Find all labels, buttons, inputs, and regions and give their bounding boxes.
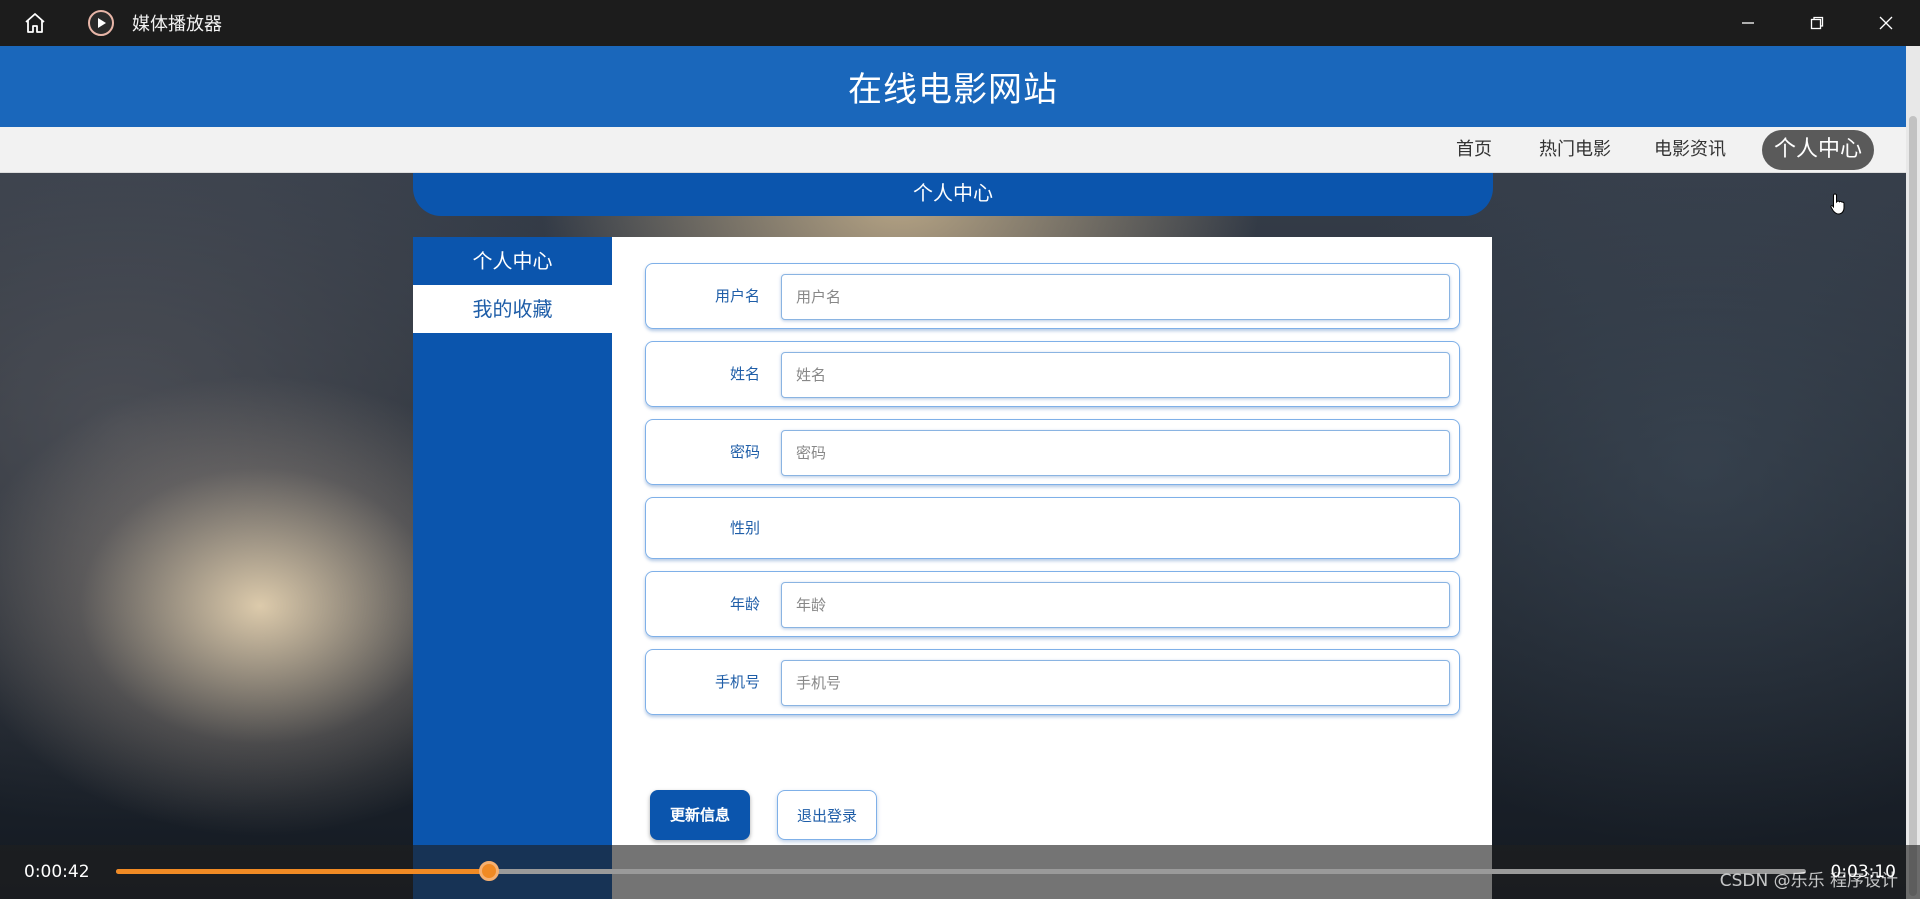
form-row-phone: 手机号 手机号 <box>645 649 1460 715</box>
current-time: 0:00:42 <box>24 862 90 882</box>
seek-bar[interactable] <box>116 861 1806 881</box>
username-label: 用户名 <box>714 287 760 305</box>
window-title: 媒体播放器 <box>132 14 222 35</box>
age-label: 年龄 <box>729 595 760 613</box>
site-header: 在线电影网站 <box>0 46 1906 127</box>
form-row-password: 密码 密码 <box>645 419 1460 485</box>
age-input[interactable]: 年龄 <box>781 582 1450 628</box>
scrollbar-thumb[interactable] <box>1909 116 1917 896</box>
profile-form: 用户名 用户名 姓名 姓名 密码 密码 性别 年龄 年龄 手机号 手机号 更新信… <box>612 237 1492 899</box>
seek-handle[interactable] <box>479 861 500 881</box>
phone-label: 手机号 <box>714 673 760 691</box>
nav-movie-news[interactable]: 电影资讯 <box>1654 127 1726 173</box>
minimize-icon <box>1741 22 1754 24</box>
side-item-personal-center[interactable]: 个人中心 <box>413 237 612 285</box>
username-input[interactable]: 用户名 <box>781 274 1450 320</box>
media-player-icon <box>88 10 114 36</box>
minimize-button[interactable] <box>1713 0 1782 46</box>
form-row-username: 用户名 用户名 <box>645 263 1460 329</box>
side-menu: 个人中心 我的收藏 <box>413 237 612 899</box>
restore-icon <box>1810 16 1823 30</box>
player-control-bar: 0:00:42 0:03:10 <box>0 845 1920 899</box>
side-item-favorites[interactable]: 我的收藏 <box>413 285 612 333</box>
hand-cursor-icon <box>1830 193 1845 215</box>
nav-home[interactable]: 首页 <box>1456 127 1492 173</box>
form-row-age: 年龄 年龄 <box>645 571 1460 637</box>
logout-button[interactable]: 退出登录 <box>777 790 877 840</box>
restore-button[interactable] <box>1782 0 1851 46</box>
page-scrollbar[interactable] <box>1906 46 1920 899</box>
form-row-name: 姓名 姓名 <box>645 341 1460 407</box>
home-icon <box>25 13 45 33</box>
close-icon <box>1879 16 1892 30</box>
name-input[interactable]: 姓名 <box>781 352 1450 398</box>
nav-personal-center[interactable]: 个人中心 <box>1762 130 1875 170</box>
close-button[interactable] <box>1851 0 1920 46</box>
window-title-bar: 媒体播放器 <box>0 0 1920 46</box>
gender-label: 性别 <box>729 519 760 537</box>
name-label: 姓名 <box>729 365 760 383</box>
home-button[interactable] <box>0 0 70 46</box>
phone-input[interactable]: 手机号 <box>781 660 1450 706</box>
video-frame: 在线电影网站 首页 热门电影 电影资讯 个人中心 个人中心 个人中心 我的收藏 … <box>0 46 1906 899</box>
site-title: 在线电影网站 <box>848 70 1058 110</box>
password-label: 密码 <box>729 443 760 461</box>
section-title: 个人中心 <box>413 173 1493 216</box>
site-nav: 首页 热门电影 电影资讯 个人中心 <box>0 127 1906 173</box>
update-info-button[interactable]: 更新信息 <box>650 790 750 840</box>
watermark: CSDN @乐乐 程序设计 <box>1719 871 1898 891</box>
nav-hot-movies[interactable]: 热门电影 <box>1539 127 1611 173</box>
password-input[interactable]: 密码 <box>781 430 1450 476</box>
seek-bar-progress <box>116 869 490 874</box>
form-row-gender[interactable]: 性别 <box>645 497 1460 559</box>
